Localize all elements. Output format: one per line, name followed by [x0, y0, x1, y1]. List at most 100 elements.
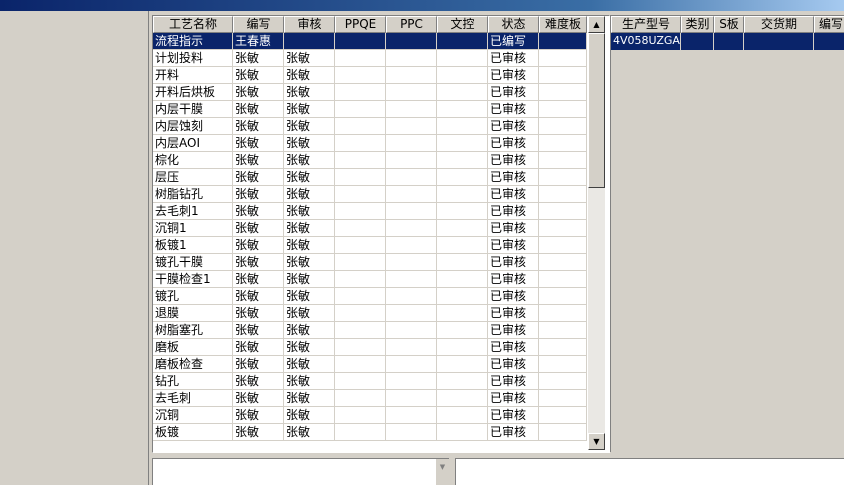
table-cell[interactable] [386, 135, 437, 152]
table-cell[interactable] [386, 288, 437, 305]
table-cell[interactable]: 沉铜 [153, 407, 233, 424]
table-row[interactable]: 内层干膜 张敏 张敏 已审核 [153, 101, 587, 118]
table-cell[interactable] [539, 169, 587, 186]
scroll-thumb[interactable] [588, 33, 605, 188]
process-grid-scrollbar[interactable]: ▲ ▼ [588, 16, 605, 450]
order-grid[interactable]: 生产型号 类别 S板 交货期 编写 4V058UZGA0 [610, 15, 844, 452]
table-row[interactable]: 棕化 张敏 张敏 已审核 [153, 152, 587, 169]
table-cell[interactable] [335, 339, 386, 356]
table-cell[interactable] [539, 254, 587, 271]
table-cell[interactable]: 张敏 [233, 50, 284, 67]
table-cell[interactable]: 张敏 [233, 237, 284, 254]
table-cell[interactable] [681, 33, 714, 50]
table-cell[interactable]: 已审核 [488, 220, 539, 237]
table-cell[interactable] [386, 339, 437, 356]
table-cell[interactable]: 已审核 [488, 186, 539, 203]
table-cell[interactable] [437, 118, 488, 135]
table-cell[interactable]: 开料后烘板 [153, 84, 233, 101]
table-row[interactable]: 内层AOI 张敏 张敏 已审核 [153, 135, 587, 152]
table-cell[interactable]: 树脂塞孔 [153, 322, 233, 339]
table-cell[interactable]: 干膜检查1 [153, 271, 233, 288]
table-cell[interactable] [437, 254, 488, 271]
table-cell[interactable]: 退膜 [153, 305, 233, 322]
table-cell[interactable] [335, 135, 386, 152]
table-cell[interactable] [386, 67, 437, 84]
table-cell[interactable] [335, 424, 386, 441]
table-cell[interactable]: 磨板 [153, 339, 233, 356]
table-cell[interactable] [335, 67, 386, 84]
table-cell[interactable] [335, 407, 386, 424]
table-cell[interactable]: 已审核 [488, 322, 539, 339]
table-cell[interactable] [386, 271, 437, 288]
table-row[interactable]: 板镀1 张敏 张敏 已审核 [153, 237, 587, 254]
table-row[interactable]: 磨板 张敏 张敏 已审核 [153, 339, 587, 356]
table-cell[interactable]: 张敏 [233, 67, 284, 84]
table-cell[interactable]: 张敏 [284, 50, 335, 67]
table-cell[interactable]: 张敏 [284, 186, 335, 203]
table-cell[interactable]: 张敏 [284, 254, 335, 271]
table-cell[interactable]: 张敏 [233, 186, 284, 203]
table-cell[interactable] [437, 424, 488, 441]
table-cell[interactable] [539, 424, 587, 441]
table-cell[interactable] [437, 203, 488, 220]
table-cell[interactable]: 板镀1 [153, 237, 233, 254]
column-header[interactable]: 编写 [814, 16, 844, 33]
panel-splitter[interactable] [148, 11, 149, 485]
table-cell[interactable]: 张敏 [233, 339, 284, 356]
column-header[interactable]: 类别 [681, 16, 714, 33]
table-cell[interactable] [386, 33, 437, 50]
table-row[interactable]: 去毛刺 张敏 张敏 已审核 [153, 390, 587, 407]
table-cell[interactable] [437, 305, 488, 322]
table-cell[interactable] [744, 33, 814, 50]
table-cell[interactable]: 张敏 [284, 356, 335, 373]
table-cell[interactable] [539, 203, 587, 220]
table-row[interactable]: 流程指示 王春惠 已编写 [153, 33, 587, 50]
table-cell[interactable]: 张敏 [284, 407, 335, 424]
table-cell[interactable] [437, 220, 488, 237]
table-cell[interactable]: 去毛刺 [153, 390, 233, 407]
process-combo-box[interactable] [152, 458, 449, 485]
table-cell[interactable]: 张敏 [284, 220, 335, 237]
table-cell[interactable]: 沉铜1 [153, 220, 233, 237]
scroll-down-button[interactable]: ▼ [588, 433, 605, 450]
table-cell[interactable] [386, 390, 437, 407]
table-cell[interactable]: 张敏 [284, 271, 335, 288]
table-cell[interactable] [437, 186, 488, 203]
table-cell[interactable]: 张敏 [233, 101, 284, 118]
table-cell[interactable] [386, 118, 437, 135]
table-cell[interactable] [539, 135, 587, 152]
table-cell[interactable]: 张敏 [284, 152, 335, 169]
table-cell[interactable]: 已审核 [488, 50, 539, 67]
table-cell[interactable]: 张敏 [284, 169, 335, 186]
table-cell[interactable]: 张敏 [233, 407, 284, 424]
table-cell[interactable]: 张敏 [233, 84, 284, 101]
table-cell[interactable] [386, 169, 437, 186]
table-row[interactable]: 钻孔 张敏 张敏 已审核 [153, 373, 587, 390]
scroll-up-button[interactable]: ▲ [588, 16, 605, 33]
table-cell[interactable] [539, 237, 587, 254]
table-cell[interactable]: 已审核 [488, 339, 539, 356]
table-row[interactable]: 层压 张敏 张敏 已审核 [153, 169, 587, 186]
order-grid-row[interactable]: 4V058UZGA0 [611, 33, 844, 50]
table-row[interactable]: 计划投料 张敏 张敏 已审核 [153, 50, 587, 67]
table-cell[interactable] [714, 33, 744, 50]
table-cell[interactable] [539, 220, 587, 237]
table-cell[interactable] [437, 237, 488, 254]
combo-dropdown-button[interactable]: ▼ [436, 459, 449, 485]
table-row[interactable]: 树脂塞孔 张敏 张敏 已审核 [153, 322, 587, 339]
column-header[interactable]: S板 [714, 16, 744, 33]
column-header[interactable]: 难度板 [539, 16, 587, 33]
table-row[interactable]: 开料后烘板 张敏 张敏 已审核 [153, 84, 587, 101]
column-header[interactable]: PPC [386, 16, 437, 33]
table-cell[interactable] [539, 407, 587, 424]
table-cell[interactable]: 张敏 [233, 424, 284, 441]
table-cell[interactable] [437, 67, 488, 84]
table-cell[interactable]: 已审核 [488, 254, 539, 271]
table-row[interactable]: 退膜 张敏 张敏 已审核 [153, 305, 587, 322]
table-cell[interactable]: 已编写 [488, 33, 539, 50]
table-cell[interactable] [335, 288, 386, 305]
table-row[interactable]: 板镀 张敏 张敏 已审核 [153, 424, 587, 441]
table-cell[interactable]: 已审核 [488, 203, 539, 220]
column-header[interactable]: 审核 [284, 16, 335, 33]
table-cell[interactable] [386, 407, 437, 424]
